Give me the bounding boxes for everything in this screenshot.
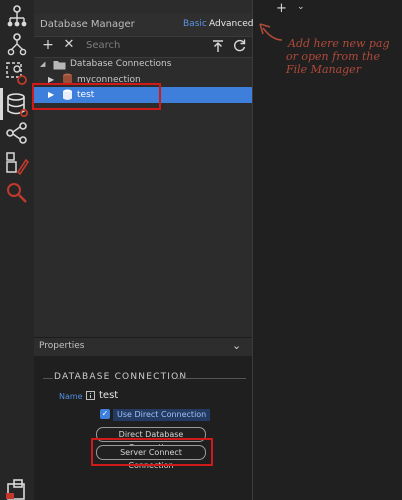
chevron-down-icon[interactable]: ⌄ [297, 2, 305, 12]
mode-advanced-tab[interactable]: Advanced [209, 19, 253, 29]
tree-root-label[interactable]: Database Connections [70, 59, 171, 69]
section-divider [43, 378, 53, 379]
search-input[interactable]: Search [86, 40, 120, 51]
section-divider [176, 378, 246, 379]
upload-icon[interactable] [211, 39, 225, 53]
search-icon[interactable] [4, 180, 30, 206]
database-icon[interactable] [4, 92, 30, 118]
mode-basic-tab[interactable]: Basic [183, 19, 207, 29]
left-icon-rail [0, 0, 34, 500]
close-icon[interactable]: ✕ [62, 37, 76, 53]
plus-icon[interactable]: + [41, 37, 55, 53]
active-rail-indicator [0, 88, 3, 120]
annotation-arrow-icon [259, 23, 283, 41]
use-direct-checkbox[interactable]: ✓ [100, 409, 110, 419]
info-icon[interactable] [86, 391, 95, 400]
sitemap-icon[interactable] [4, 32, 30, 58]
annotation-line-3: File Manager [286, 63, 361, 76]
use-direct-label[interactable]: Use Direct Connection [113, 409, 211, 421]
chevron-down-icon[interactable]: ⌄ [232, 339, 241, 352]
assets-icon[interactable] [4, 150, 30, 176]
annotation-line-2: or open from the [286, 50, 381, 63]
refresh-icon[interactable] [232, 38, 247, 53]
folder-icon [53, 61, 66, 70]
app-structure-icon[interactable] [4, 60, 30, 86]
extensions-icon[interactable] [4, 479, 30, 500]
highlight-box-server-connect [91, 438, 213, 466]
name-label: Name [59, 392, 83, 401]
server-connect-icon[interactable] [4, 120, 30, 146]
highlight-box-test [32, 83, 161, 110]
plus-icon[interactable]: + [276, 1, 287, 16]
annotation-line-1: Add here new pag [288, 37, 390, 50]
properties-title: Properties [39, 341, 85, 351]
tree-root-expand-icon[interactable]: ◢ [40, 60, 45, 68]
name-field[interactable]: test [99, 390, 118, 401]
site-structure-icon[interactable] [4, 4, 30, 30]
panel-title: Database Manager [40, 19, 135, 30]
section-title: DATABASE CONNECTION [54, 372, 188, 382]
